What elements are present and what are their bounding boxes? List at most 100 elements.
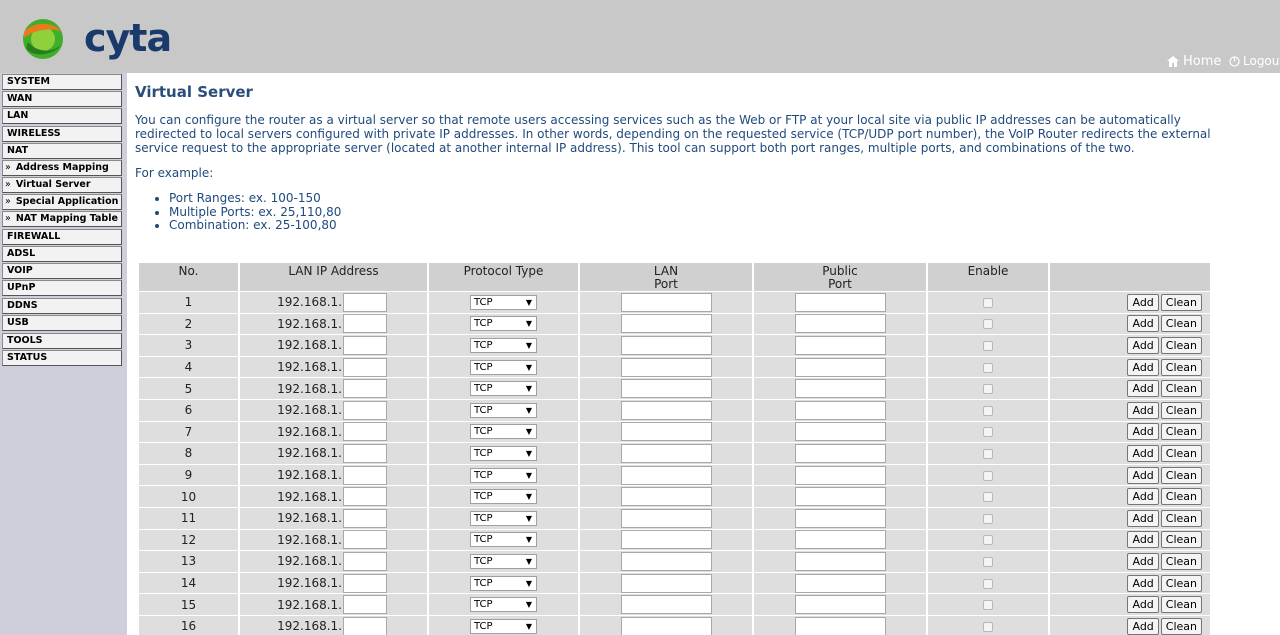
sidebar-item-upnp[interactable]: UPnP: [2, 280, 122, 296]
protocol-select[interactable]: TCP ▼: [470, 553, 537, 569]
protocol-select[interactable]: TCP ▼: [470, 337, 537, 353]
enable-checkbox[interactable]: [983, 384, 993, 395]
public-port-input[interactable]: [794, 422, 886, 442]
public-port-input[interactable]: [794, 595, 886, 615]
lan-port-input[interactable]: [620, 508, 712, 528]
add-button[interactable]: Add: [1127, 315, 1159, 333]
clean-button[interactable]: Clean: [1160, 596, 1202, 614]
enable-checkbox[interactable]: [983, 297, 993, 308]
lan-port-input[interactable]: [620, 530, 712, 550]
enable-checkbox[interactable]: [983, 319, 993, 330]
protocol-select[interactable]: TCP ▼: [470, 445, 537, 461]
enable-checkbox[interactable]: [983, 535, 993, 546]
add-button[interactable]: Add: [1127, 423, 1159, 441]
lan-port-input[interactable]: [620, 292, 712, 312]
public-port-input[interactable]: [794, 487, 886, 507]
add-button[interactable]: Add: [1127, 617, 1159, 635]
protocol-select[interactable]: TCP ▼: [470, 575, 537, 591]
sidebar-item-system[interactable]: SYSTEM: [2, 74, 122, 90]
clean-button[interactable]: Clean: [1160, 358, 1202, 376]
sidebar-item-wireless[interactable]: WIRELESS: [2, 126, 122, 142]
add-button[interactable]: Add: [1127, 380, 1159, 398]
clean-button[interactable]: Clean: [1160, 574, 1202, 592]
home-link[interactable]: Home: [1166, 54, 1221, 69]
add-button[interactable]: Add: [1127, 336, 1159, 354]
enable-checkbox[interactable]: [983, 362, 993, 373]
add-button[interactable]: Add: [1127, 509, 1159, 527]
lan-ip-input[interactable]: [343, 443, 387, 463]
public-port-input[interactable]: [794, 508, 886, 528]
protocol-select[interactable]: TCP ▼: [470, 294, 537, 310]
clean-button[interactable]: Clean: [1160, 444, 1202, 462]
lan-ip-input[interactable]: [343, 595, 387, 615]
enable-checkbox[interactable]: [983, 578, 993, 589]
lan-port-input[interactable]: [620, 595, 712, 615]
lan-ip-input[interactable]: [343, 314, 387, 334]
sidebar-item-voip[interactable]: VOIP: [2, 263, 122, 279]
clean-button[interactable]: Clean: [1160, 336, 1202, 354]
add-button[interactable]: Add: [1127, 574, 1159, 592]
lan-port-input[interactable]: [620, 379, 712, 399]
sidebar-item-nat[interactable]: NAT: [2, 143, 122, 159]
add-button[interactable]: Add: [1127, 358, 1159, 376]
public-port-input[interactable]: [794, 379, 886, 399]
enable-checkbox[interactable]: [983, 470, 993, 481]
clean-button[interactable]: Clean: [1160, 380, 1202, 398]
sidebar-item-nat-mapping-table[interactable]: » NAT Mapping Table: [2, 211, 122, 227]
sidebar-item-firewall[interactable]: FIREWALL: [2, 229, 122, 245]
lan-ip-input[interactable]: [343, 422, 387, 442]
lan-ip-input[interactable]: [343, 465, 387, 485]
sidebar-item-usb[interactable]: USB: [2, 315, 122, 331]
lan-port-input[interactable]: [620, 400, 712, 420]
lan-ip-input[interactable]: [343, 487, 387, 507]
protocol-select[interactable]: TCP ▼: [470, 597, 537, 613]
public-port-input[interactable]: [794, 465, 886, 485]
lan-ip-input[interactable]: [343, 530, 387, 550]
sidebar-item-lan[interactable]: LAN: [2, 108, 122, 124]
enable-checkbox[interactable]: [983, 492, 993, 503]
lan-port-input[interactable]: [620, 443, 712, 463]
sidebar-item-wan[interactable]: WAN: [2, 91, 122, 107]
lan-ip-input[interactable]: [343, 335, 387, 355]
public-port-input[interactable]: [794, 551, 886, 571]
enable-checkbox[interactable]: [983, 340, 993, 351]
protocol-select[interactable]: TCP ▼: [470, 532, 537, 548]
clean-button[interactable]: Clean: [1160, 466, 1202, 484]
sidebar-item-adsl[interactable]: ADSL: [2, 246, 122, 262]
lan-ip-input[interactable]: [343, 616, 387, 635]
enable-checkbox[interactable]: [983, 600, 993, 611]
protocol-select[interactable]: TCP ▼: [470, 316, 537, 332]
logout-link[interactable]: Logout: [1229, 54, 1280, 68]
protocol-select[interactable]: TCP ▼: [470, 402, 537, 418]
lan-port-input[interactable]: [620, 616, 712, 635]
lan-port-input[interactable]: [620, 573, 712, 593]
public-port-input[interactable]: [794, 400, 886, 420]
clean-button[interactable]: Clean: [1160, 617, 1202, 635]
sidebar-item-ddns[interactable]: DDNS: [2, 298, 122, 314]
clean-button[interactable]: Clean: [1160, 552, 1202, 570]
clean-button[interactable]: Clean: [1160, 509, 1202, 527]
public-port-input[interactable]: [794, 573, 886, 593]
public-port-input[interactable]: [794, 357, 886, 377]
lan-ip-input[interactable]: [343, 357, 387, 377]
public-port-input[interactable]: [794, 530, 886, 550]
lan-ip-input[interactable]: [343, 573, 387, 593]
public-port-input[interactable]: [794, 314, 886, 334]
public-port-input[interactable]: [794, 335, 886, 355]
clean-button[interactable]: Clean: [1160, 315, 1202, 333]
lan-port-input[interactable]: [620, 487, 712, 507]
lan-port-input[interactable]: [620, 314, 712, 334]
sidebar-item-status[interactable]: STATUS: [2, 350, 122, 366]
lan-port-input[interactable]: [620, 357, 712, 377]
lan-ip-input[interactable]: [343, 379, 387, 399]
public-port-input[interactable]: [794, 443, 886, 463]
add-button[interactable]: Add: [1127, 531, 1159, 549]
protocol-select[interactable]: TCP ▼: [470, 424, 537, 440]
protocol-select[interactable]: TCP ▼: [470, 618, 537, 634]
add-button[interactable]: Add: [1127, 293, 1159, 311]
add-button[interactable]: Add: [1127, 444, 1159, 462]
lan-ip-input[interactable]: [343, 551, 387, 571]
protocol-select[interactable]: TCP ▼: [470, 467, 537, 483]
sidebar-item-special-application[interactable]: » Special Application: [2, 194, 122, 210]
add-button[interactable]: Add: [1127, 596, 1159, 614]
